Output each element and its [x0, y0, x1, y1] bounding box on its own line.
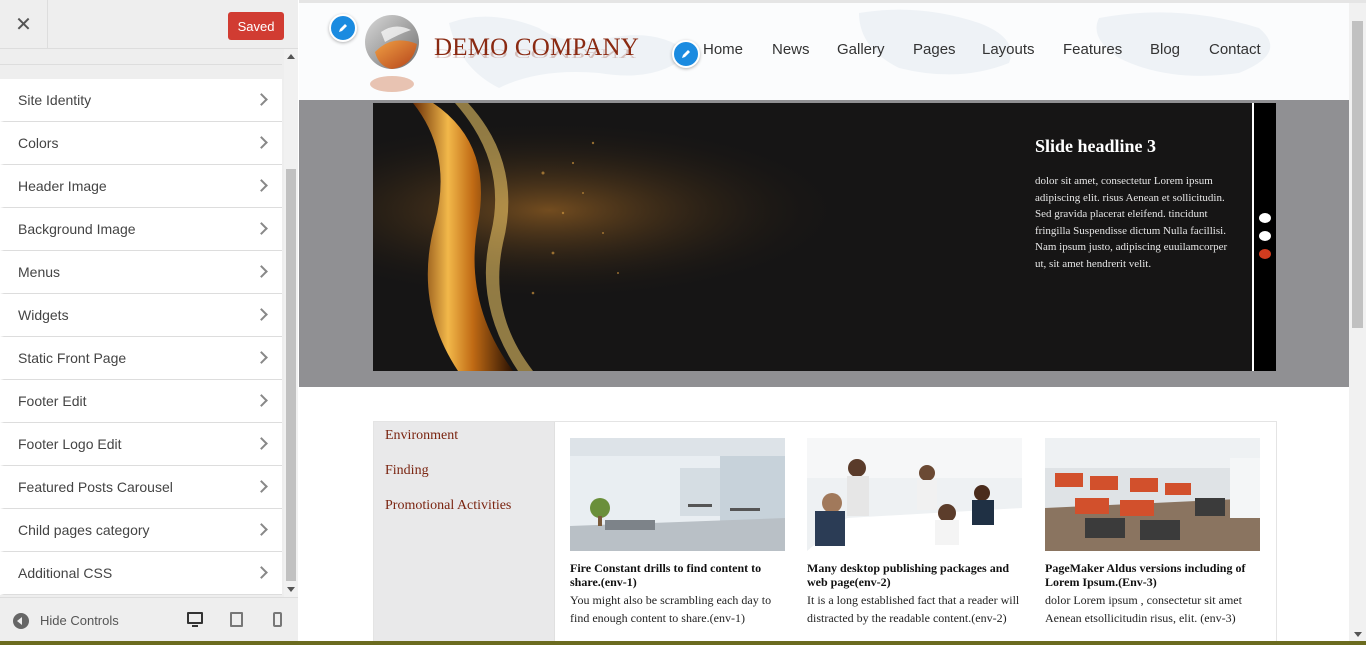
scrollbar-thumb[interactable]	[1352, 21, 1363, 328]
chevron-right-icon	[255, 93, 268, 106]
slider-dot-2[interactable]	[1259, 231, 1271, 241]
post-title[interactable]: PageMaker Aldus versions including of Lo…	[1045, 561, 1260, 589]
edit-logo-pencil-icon[interactable]	[329, 14, 357, 42]
category-list: Environment Finding Promotional Activiti…	[374, 422, 555, 645]
post-card: Fire Constant drills to find content to …	[570, 438, 785, 627]
category-promotional-activities[interactable]: Promotional Activities	[385, 498, 511, 514]
panel-label: Colors	[18, 135, 59, 151]
chevron-right-icon	[255, 351, 268, 364]
scroll-up-arrow-icon[interactable]	[287, 54, 295, 59]
post-excerpt: You might also be scrambling each day to…	[570, 593, 772, 625]
slide-text: dolor sit amet, consectetur Lorem ipsum …	[1035, 175, 1228, 270]
hide-controls-icon[interactable]	[13, 613, 29, 629]
saved-button[interactable]: Saved	[228, 12, 284, 40]
chevron-right-icon	[255, 222, 268, 235]
preview-scrollbar[interactable]	[1349, 3, 1366, 645]
chevron-right-icon	[255, 394, 268, 407]
panel-footer-logo-edit[interactable]: Footer Logo Edit	[0, 423, 282, 466]
post-card: Many desktop publishing packages and web…	[807, 438, 1022, 627]
panel-featured-posts-carousel[interactable]: Featured Posts Carousel	[0, 466, 282, 509]
chevron-right-icon	[255, 308, 268, 321]
divider	[0, 64, 282, 65]
panel-label: Static Front Page	[18, 350, 127, 366]
chevron-right-icon	[255, 265, 268, 278]
panel-label: Child pages category	[18, 522, 150, 538]
panel-label: Additional CSS	[18, 565, 113, 581]
chevron-right-icon	[255, 523, 268, 536]
panel-widgets[interactable]: Widgets	[0, 294, 282, 337]
panel-footer-edit[interactable]: Footer Edit	[0, 380, 282, 423]
company-logo-icon	[365, 15, 419, 92]
mobile-icon[interactable]	[273, 612, 282, 627]
workstations-photo-image[interactable]	[1045, 438, 1260, 551]
sidebar-scrollbar[interactable]	[284, 49, 298, 597]
nav-gallery[interactable]: Gallery	[837, 41, 885, 58]
post-title[interactable]: Many desktop publishing packages and web…	[807, 561, 1022, 589]
panel-label: Footer Logo Edit	[18, 436, 122, 452]
post-title[interactable]: Fire Constant drills to find content to …	[570, 561, 785, 589]
site-header: DEMO COMPANY DEMO COMPANY Home News Gall…	[299, 3, 1349, 100]
hide-controls-label[interactable]: Hide Controls	[40, 613, 119, 628]
scrollbar-thumb[interactable]	[286, 169, 296, 581]
slider-section: Slide headline 3 dolor sit amet, consect…	[299, 100, 1349, 387]
window-bottom-strip	[0, 641, 1366, 645]
customizer-footer: Hide Controls	[0, 597, 298, 645]
panel-additional-css[interactable]: Additional CSS	[0, 552, 282, 595]
tablet-icon[interactable]	[230, 612, 243, 627]
panel-label: Featured Posts Carousel	[18, 479, 173, 495]
chevron-right-icon	[255, 179, 268, 192]
nav-layouts[interactable]: Layouts	[982, 41, 1035, 58]
nav-contact[interactable]: Contact	[1209, 41, 1261, 58]
site-preview: DEMO COMPANY DEMO COMPANY Home News Gall…	[299, 0, 1366, 645]
chevron-right-icon	[255, 136, 268, 149]
category-environment[interactable]: Environment	[385, 428, 458, 444]
desktop-icon[interactable]	[187, 612, 203, 627]
panel-menus[interactable]: Menus	[0, 251, 282, 294]
panel-header-image[interactable]: Header Image	[0, 165, 282, 208]
close-icon[interactable]: ✕	[0, 0, 48, 49]
nav-features[interactable]: Features	[1063, 41, 1122, 58]
panel-label: Site Identity	[18, 92, 92, 108]
panel-label: Header Image	[18, 178, 107, 194]
scroll-down-arrow-icon[interactable]	[287, 587, 295, 592]
nav-news[interactable]: News	[772, 41, 810, 58]
panel-site-identity[interactable]: Site Identity	[0, 79, 282, 122]
customizer-sidebar: ✕ Saved Site Identity Colors Header Imag…	[0, 0, 298, 645]
hero-slide[interactable]: Slide headline 3 dolor sit amet, consect…	[373, 103, 1253, 371]
panel-background-image[interactable]: Background Image	[0, 208, 282, 251]
category-finding[interactable]: Finding	[385, 463, 429, 479]
customizer-header: ✕ Saved	[0, 0, 298, 49]
category-posts-section: Environment Finding Promotional Activiti…	[373, 421, 1277, 645]
customizer-panel-list[interactable]: Site Identity Colors Header Image Backgr…	[0, 49, 298, 597]
nav-pages[interactable]: Pages	[913, 41, 956, 58]
slider-dot-3[interactable]	[1259, 249, 1271, 259]
panel-static-front-page[interactable]: Static Front Page	[0, 337, 282, 380]
nav-home[interactable]: Home	[703, 41, 743, 58]
chevron-right-icon	[255, 566, 268, 579]
panel-label: Footer Edit	[18, 393, 87, 409]
chevron-right-icon	[255, 437, 268, 450]
chevron-right-icon	[255, 480, 268, 493]
meeting-photo-image[interactable]	[807, 438, 1022, 551]
edit-menu-pencil-icon[interactable]	[672, 40, 700, 68]
panel-label: Menus	[18, 264, 61, 280]
post-excerpt: It is a long established fact that a rea…	[807, 593, 1020, 625]
panel-label: Widgets	[18, 307, 69, 323]
office-photo-image[interactable]	[570, 438, 785, 551]
scroll-down-arrow-icon[interactable]	[1354, 632, 1362, 637]
post-card: PageMaker Aldus versions including of Lo…	[1045, 438, 1260, 627]
panel-label: Background Image	[18, 221, 136, 237]
nav-blog[interactable]: Blog	[1150, 41, 1180, 58]
slider-pagination	[1252, 103, 1276, 371]
panel-child-pages-category[interactable]: Child pages category	[0, 509, 282, 552]
panel-colors[interactable]: Colors	[0, 122, 282, 165]
company-name-reflection: DEMO COMPANY	[434, 46, 637, 61]
post-excerpt: dolor Lorem ipsum , consectetur sit amet…	[1045, 593, 1242, 625]
slide-headline: Slide headline 3	[1035, 136, 1157, 156]
slider-dot-1[interactable]	[1259, 213, 1271, 223]
